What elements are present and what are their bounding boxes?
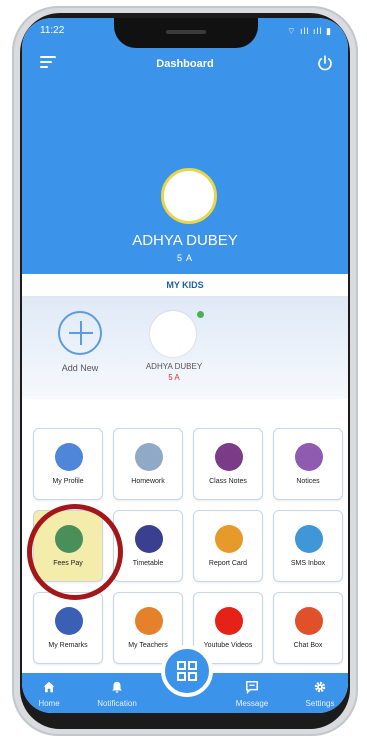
phone-notch [114,18,258,48]
nav-message-label: Message [235,699,269,708]
app-screen: 11:22 ⌔ ıll ıll ▮ Dashboard ADHYA DUBEY … [22,18,348,713]
kids-row: Add New ADHYA DUBEY 5 A [22,297,348,399]
dashboard-grid-icon [177,661,197,681]
tile-label: Timetable [132,560,164,567]
bell-icon [112,681,122,693]
tile-label: Class Notes [209,478,247,485]
tile-chat-box[interactable]: Chat Box [273,592,343,664]
report-card-icon [215,525,243,553]
kid-avatar[interactable] [150,311,196,357]
tile-label: Youtube Videos [203,642,253,649]
tile-label: Report Card [208,560,248,567]
nav-home-label: Home [38,699,60,708]
nav-home[interactable]: Home [26,673,72,713]
kid-name[interactable]: ADHYA DUBEY [130,362,218,371]
timetable-icon [135,525,163,553]
tile-label: SMS Inbox [290,560,326,567]
nav-settings-label: Settings [305,699,335,708]
active-status-dot [197,311,204,318]
tile-homework[interactable]: Homework [113,428,183,500]
homework-icon [135,443,163,471]
tile-label: My Teachers [128,642,168,649]
dashboard-header: 11:22 ⌔ ıll ıll ▮ Dashboard ADHYA DUBEY … [22,18,348,274]
settings-icon [314,681,326,693]
notes-icon [215,443,243,471]
nav-message[interactable]: Message [226,673,278,713]
tile-label: Chat Box [293,642,323,649]
tile-my-profile[interactable]: My Profile [33,428,103,500]
status-icons: ⌔ ıll ıll ▮ [287,26,332,36]
teacher-icon [135,607,163,635]
tile-my-remarks[interactable]: My Remarks [33,592,103,664]
profile-avatar[interactable] [161,168,217,224]
nav-notification-label: Notification [97,699,137,708]
add-new-kid-button[interactable] [58,311,102,355]
annotation-circle [27,504,123,600]
nav-settings[interactable]: Settings [294,673,346,713]
profile-name: ADHYA DUBEY [132,232,238,249]
tile-sms-inbox[interactable]: SMS Inbox [273,510,343,582]
tile-label: Notices [296,478,320,485]
tile-label: My Profile [52,478,84,485]
student-icon [55,443,83,471]
tile-label: Homework [131,478,165,485]
chat-icon [295,607,323,635]
speaker-grille [166,30,206,34]
profile-class: 5 A [176,253,193,263]
power-icon[interactable] [316,54,334,72]
message-icon [245,680,259,694]
tile-label: My Remarks [48,642,88,649]
add-new-label[interactable]: Add New [42,363,118,373]
tile-timetable[interactable]: Timetable [113,510,183,582]
tile-report-card[interactable]: Report Card [193,510,263,582]
home-icon [43,681,55,693]
sms-inbox-icon [295,525,323,553]
my-kids-label: MY KIDS [22,274,348,297]
notice-board-icon [295,443,323,471]
kid-class: 5 A [168,373,180,382]
remarks-icon [55,607,83,635]
status-time: 11:22 [40,25,65,36]
nav-notification[interactable]: Notification [84,673,150,713]
tile-notices[interactable]: Notices [273,428,343,500]
tile-class-notes[interactable]: Class Notes [193,428,263,500]
page-title: Dashboard [156,58,214,70]
nav-dashboard-button[interactable] [161,645,213,697]
youtube-icon [215,607,243,635]
